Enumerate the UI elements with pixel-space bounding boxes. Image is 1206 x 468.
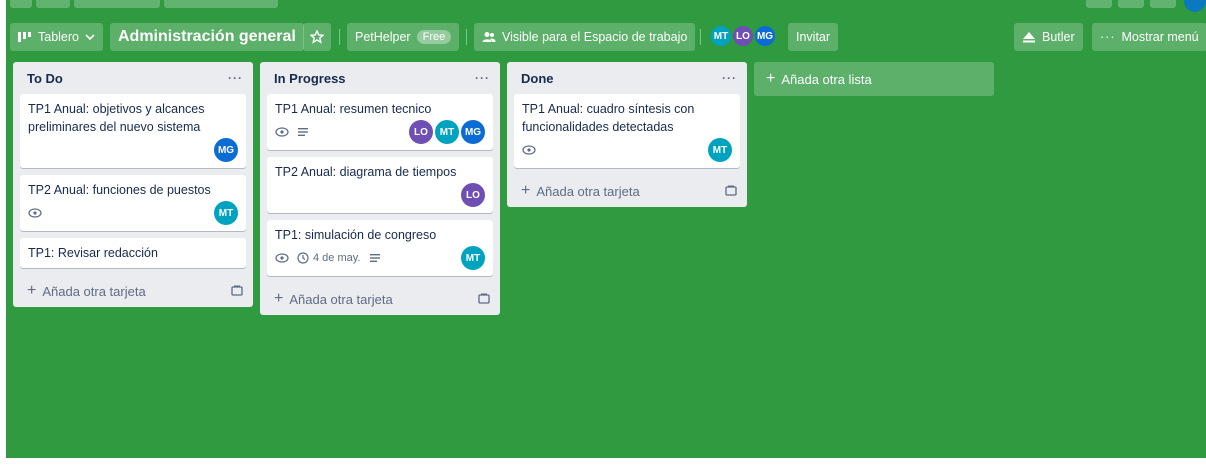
list-in-progress: In Progress ··· TP1 Anual: resumen tecni… bbox=[260, 62, 500, 315]
card-title: TP1 Anual: resumen tecnico bbox=[275, 102, 432, 116]
card-title: TP1: Revisar redacción bbox=[28, 246, 158, 260]
card-title: TP2 Anual: funciones de puestos bbox=[28, 183, 211, 197]
people-icon bbox=[482, 31, 496, 43]
card[interactable]: TP2 Anual: funciones de puestos MT bbox=[20, 175, 246, 231]
show-menu-button[interactable]: ··· Mostrar menú bbox=[1092, 23, 1206, 51]
star-icon bbox=[310, 30, 324, 44]
plus-icon: + bbox=[766, 70, 776, 87]
clock-icon bbox=[297, 252, 309, 264]
eye-icon bbox=[275, 127, 289, 137]
description-icon bbox=[369, 253, 381, 263]
eye-icon bbox=[28, 208, 42, 218]
butler-label: Butler bbox=[1042, 30, 1075, 44]
list-title[interactable]: In Progress bbox=[274, 71, 346, 86]
member-avatar-lo[interactable]: LO bbox=[731, 24, 755, 48]
card-title: TP1 Anual: cuadro síntesis con funcional… bbox=[522, 102, 695, 134]
workspace-button[interactable]: PetHelper Free bbox=[347, 23, 460, 51]
star-button[interactable] bbox=[303, 23, 331, 51]
card[interactable]: TP2 Anual: diagrama de tiempos LO bbox=[267, 157, 493, 213]
list-to-do: To Do ··· TP1 Anual: objetivos y alcance… bbox=[13, 62, 253, 307]
template-icon[interactable] bbox=[231, 285, 243, 297]
account-avatar[interactable] bbox=[1184, 0, 1206, 12]
member-avatar-mt[interactable]: MT bbox=[709, 24, 733, 48]
eye-icon bbox=[275, 253, 289, 263]
board-view-icon bbox=[18, 31, 32, 43]
due-date-label: 4 de may. bbox=[313, 252, 361, 264]
view-switcher-button[interactable]: Tablero bbox=[10, 23, 103, 51]
view-label: Tablero bbox=[38, 30, 79, 44]
card[interactable]: TP1: Revisar redacción bbox=[20, 238, 246, 268]
add-list-button[interactable]: + Añada otra lista bbox=[754, 62, 994, 96]
plan-badge: Free bbox=[416, 30, 452, 44]
board-title[interactable]: Administración general bbox=[110, 23, 304, 51]
member-avatar-mg[interactable]: MG bbox=[461, 120, 485, 144]
plus-icon: + bbox=[521, 182, 531, 199]
member-avatar-lo[interactable]: LO bbox=[409, 120, 433, 144]
add-card-label: Añada otra tarjeta bbox=[536, 183, 640, 199]
visibility-label: Visible para el Espacio de trabajo bbox=[502, 30, 688, 44]
butler-icon bbox=[1022, 31, 1036, 43]
description-icon bbox=[297, 127, 309, 137]
list-menu-icon[interactable]: ··· bbox=[722, 71, 737, 85]
card[interactable]: TP1 Anual: cuadro síntesis con funcional… bbox=[514, 94, 740, 168]
member-avatar-mt[interactable]: MT bbox=[461, 246, 485, 270]
template-icon[interactable] bbox=[478, 293, 490, 305]
card[interactable]: TP1 Anual: objetivos y alcances prelimin… bbox=[20, 94, 246, 168]
plus-icon: + bbox=[27, 282, 37, 299]
add-card-button[interactable]: + Añada otra tarjeta bbox=[260, 283, 500, 315]
list-title[interactable]: To Do bbox=[27, 71, 63, 86]
add-card-label: Añada otra tarjeta bbox=[42, 283, 146, 299]
list-menu-icon[interactable]: ··· bbox=[475, 71, 490, 85]
plus-icon: + bbox=[274, 290, 284, 307]
show-menu-label: Mostrar menú bbox=[1121, 30, 1199, 44]
list-title[interactable]: Done bbox=[521, 71, 554, 86]
card[interactable]: TP1 Anual: resumen tecnico LO MT MG bbox=[267, 94, 493, 150]
more-icon: ··· bbox=[1100, 30, 1116, 44]
butler-button[interactable]: Butler bbox=[1014, 23, 1083, 51]
card-title: TP1 Anual: objetivos y alcances prelimin… bbox=[28, 102, 205, 134]
due-date-badge[interactable]: 4 de may. bbox=[297, 252, 361, 264]
visibility-button[interactable]: Visible para el Espacio de trabajo bbox=[474, 23, 696, 51]
member-avatar-mt[interactable]: MT bbox=[708, 138, 732, 162]
chevron-down-icon bbox=[85, 33, 95, 41]
board-header: Tablero Administración general PetHelper… bbox=[6, 23, 1206, 53]
add-list-label: Añada otra lista bbox=[781, 71, 872, 87]
member-avatar-mg[interactable]: MG bbox=[214, 138, 238, 162]
add-card-button[interactable]: + Añada otra tarjeta bbox=[13, 275, 253, 307]
list-done: Done ··· TP1 Anual: cuadro síntesis con … bbox=[507, 62, 747, 207]
add-card-label: Añada otra tarjeta bbox=[289, 291, 393, 307]
member-avatar-lo[interactable]: LO bbox=[461, 183, 485, 207]
template-icon[interactable] bbox=[725, 185, 737, 197]
list-menu-icon[interactable]: ··· bbox=[228, 71, 243, 85]
member-avatar-mt[interactable]: MT bbox=[214, 201, 238, 225]
card-title: TP2 Anual: diagrama de tiempos bbox=[275, 165, 457, 179]
invite-button[interactable]: Invitar bbox=[788, 23, 839, 51]
card-title: TP1: simulación de congreso bbox=[275, 228, 437, 242]
top-navigation-bar bbox=[6, 0, 1206, 12]
workspace-name: PetHelper bbox=[355, 30, 411, 44]
card[interactable]: TP1: simulación de congreso 4 de may. MT bbox=[267, 220, 493, 276]
board-canvas: Tablero Administración general PetHelper… bbox=[6, 0, 1206, 458]
add-card-button[interactable]: + Añada otra tarjeta bbox=[507, 175, 747, 207]
member-avatar-mg[interactable]: MG bbox=[753, 24, 777, 48]
eye-icon bbox=[522, 145, 536, 155]
member-avatar-mt[interactable]: MT bbox=[435, 120, 459, 144]
